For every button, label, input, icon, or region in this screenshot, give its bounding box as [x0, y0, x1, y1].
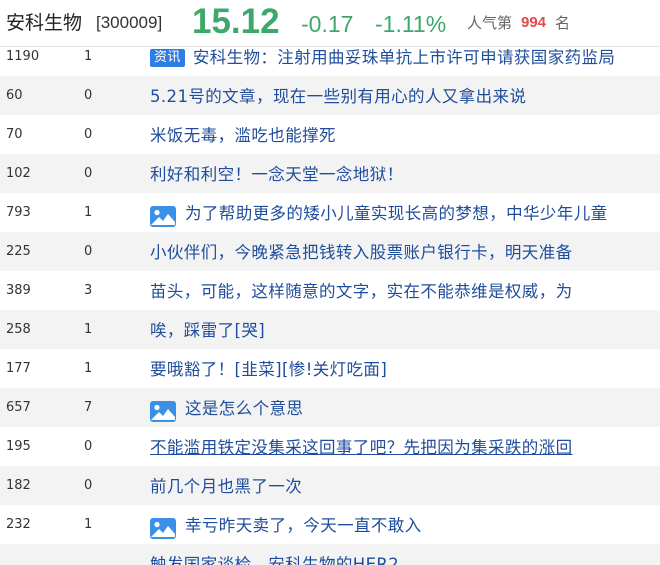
popularity-label: 人气第 — [467, 14, 513, 32]
read-count: 225 — [6, 244, 31, 259]
image-icon — [150, 397, 176, 422]
read-count: 182 — [6, 478, 31, 493]
reply-count: 0 — [84, 166, 93, 181]
reply-count: 1 — [84, 361, 93, 376]
popularity-rank[interactable]: 994 — [521, 12, 546, 34]
post-title-link[interactable]: 5.21号的文章，现在一些别有用心的人又拿出来说 — [150, 76, 526, 115]
post-title-text: 安科生物：注射用曲妥珠单抗上市许可申请获国家药监局 — [192, 48, 616, 67]
read-count: 195 — [6, 439, 31, 454]
post-title-text: 苗头，可能，这样随意的文字，实在不能恭维是权威，为 — [150, 282, 573, 301]
post-title-link[interactable]: 为了帮助更多的矮小儿童实现长高的梦想，中华少年儿童 — [150, 193, 608, 232]
reply-count: 1 — [84, 517, 93, 532]
price-change-percent: -1.11% — [375, 11, 447, 37]
image-icon — [150, 514, 176, 539]
post-title-link[interactable]: 要哦豁了！[韭菜][惨!关灯吃面] — [150, 349, 387, 388]
post-row: 182 0 前几个月也黑了一次 — [0, 466, 660, 505]
read-count: 389 — [6, 283, 31, 298]
read-count: 177 — [6, 361, 31, 376]
post-list: 1190 1 资讯 安科生物：注射用曲妥珠单抗上市许可申请获国家药监局 60 0 5.21号… — [0, 43, 660, 565]
read-count: 657 — [6, 400, 31, 415]
post-title-text: 5.21号的文章，现在一些别有用心的人又拿出来说 — [150, 87, 527, 106]
post-title-link[interactable]: 利好和利空！一念天堂一念地狱！ — [150, 154, 404, 193]
post-title-text: 幸亏昨天卖了，今天一直不敢入 — [185, 516, 422, 535]
post-row: 225 0 小伙伴们，今晚紧急把钱转入股票账户银行卡，明天准备 — [0, 232, 660, 271]
post-row: 258 1 唉，踩雷了[哭] — [0, 310, 660, 349]
reply-count: 7 — [84, 400, 93, 415]
post-title-link[interactable]: 苗头，可能，这样随意的文字，实在不能恭维是权威，为 — [150, 271, 573, 310]
post-row: 232 1 幸亏昨天卖了，今天一直不敢入 — [0, 505, 660, 544]
post-row: 793 1 为了帮助更多的矮小儿童实现长高的梦想，中华少年儿童 — [0, 193, 660, 232]
post-row: 657 7 这是怎么个意思 — [0, 388, 660, 427]
read-count: 258 — [6, 322, 31, 337]
post-title-link[interactable]: 这是怎么个意思 — [150, 388, 303, 427]
post-row: 195 0 不能滥用铁定没集采这回事了吧？先把因为集采跌的涨回 — [0, 427, 660, 466]
post-title-text: 唉，踩雷了[哭] — [150, 321, 266, 340]
post-title-link[interactable]: 米饭无毒，滥吃也能撑死 — [150, 115, 336, 154]
stock-name[interactable]: 安科生物 — [6, 10, 82, 36]
price-change: -0.17 — [301, 11, 354, 37]
read-count: 70 — [6, 127, 23, 142]
stock-header: 安科生物 [300009] 15.12 -0.17 -1.11% 人气第 994… — [0, 0, 660, 47]
post-title-text: 不能滥用铁定没集采这回事了吧？先把因为集采跌的涨回 — [150, 438, 573, 457]
post-title-text: 米饭无毒，滥吃也能撑死 — [150, 126, 336, 145]
post-row: 389 3 苗头，可能，这样随意的文字，实在不能恭维是权威，为 — [0, 271, 660, 310]
reply-count: 1 — [84, 205, 93, 220]
post-title-link[interactable]: 触发国家谈检，安科生物的HER2… — [150, 544, 416, 565]
post-title-text: 触发国家谈检，安科生物的HER2… — [150, 555, 417, 565]
post-title-link[interactable]: 前几个月也黑了一次 — [150, 466, 302, 505]
post-title-text: 这是怎么个意思 — [185, 399, 304, 418]
post-title-link[interactable]: 不能滥用铁定没集采这回事了吧？先把因为集采跌的涨回 — [150, 427, 573, 466]
stock-price: 15.12 — [192, 2, 280, 41]
guba-page: 1190 1 资讯 安科生物：注射用曲妥珠单抗上市许可申请获国家药监局 60 0 5.21号… — [0, 0, 660, 565]
post-title-link[interactable]: 唉，踩雷了[哭] — [150, 310, 265, 349]
read-count: 232 — [6, 517, 31, 532]
post-title-text: 要哦豁了！[韭菜][惨!关灯吃面] — [150, 360, 388, 379]
post-row: 102 0 利好和利空！一念天堂一念地狱！ — [0, 154, 660, 193]
read-count: 102 — [6, 166, 31, 181]
reply-count: 0 — [84, 244, 93, 259]
post-title-text: 为了帮助更多的矮小儿童实现长高的梦想，中华少年儿童 — [185, 204, 608, 223]
read-count: 60 — [6, 88, 23, 103]
post-title-link[interactable]: 小伙伴们，今晚紧急把钱转入股票账户银行卡，明天准备 — [150, 232, 573, 271]
post-title-text: 前几个月也黑了一次 — [150, 477, 303, 496]
reply-count: 0 — [84, 88, 93, 103]
reply-count: 0 — [84, 127, 93, 142]
reply-count: 0 — [84, 439, 93, 454]
stock-code: [300009] — [96, 13, 163, 32]
image-icon — [150, 202, 176, 227]
reply-count: 1 — [84, 322, 93, 337]
post-title-text: 利好和利空！一念天堂一念地狱！ — [150, 165, 404, 184]
reply-count: 3 — [84, 283, 93, 298]
post-row: 177 1 要哦豁了！[韭菜][惨!关灯吃面] — [0, 349, 660, 388]
reply-count: 0 — [84, 478, 93, 493]
post-row: 60 0 5.21号的文章，现在一些别有用心的人又拿出来说 — [0, 76, 660, 115]
read-count: 793 — [6, 205, 31, 220]
post-row: 70 0 米饭无毒，滥吃也能撑死 — [0, 115, 660, 154]
popularity-suffix: 名 — [555, 14, 571, 32]
post-title-text: 小伙伴们，今晚紧急把钱转入股票账户银行卡，明天准备 — [150, 243, 573, 262]
post-title-link[interactable]: 幸亏昨天卖了，今天一直不敢入 — [150, 505, 422, 544]
news-badge: 资讯 — [150, 48, 185, 67]
post-row: 触发国家谈检，安科生物的HER2… — [0, 544, 660, 565]
